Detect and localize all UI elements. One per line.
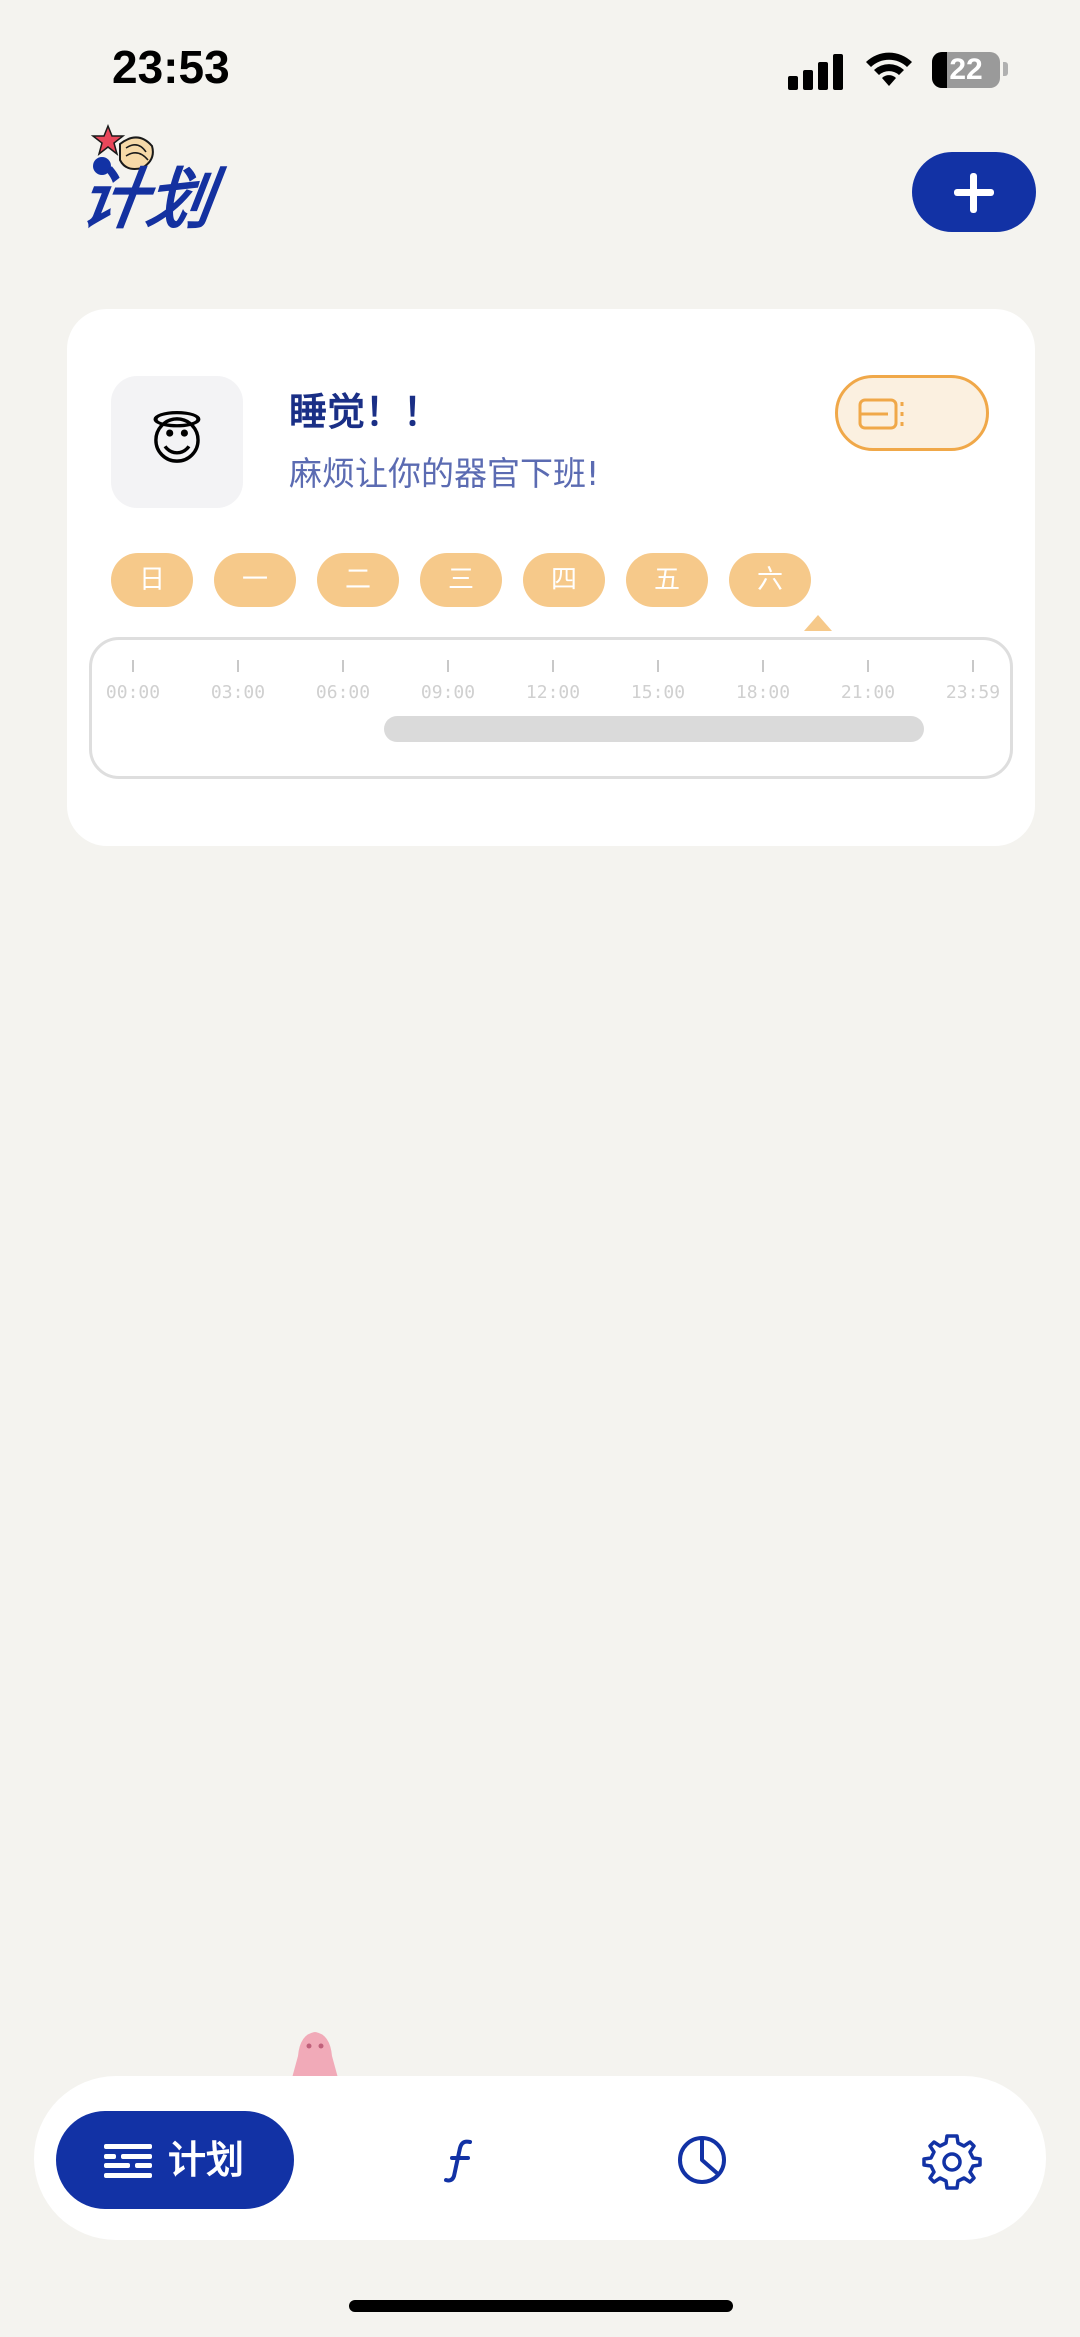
plan-emoji: 😇 [111, 376, 243, 508]
day-mon[interactable]: 一 [214, 553, 296, 607]
toggle-off-icon [858, 398, 904, 430]
day-sun[interactable]: 日 [111, 553, 193, 607]
day-sat[interactable]: 六 [729, 553, 811, 607]
time-label: 15:00 [630, 682, 686, 703]
battery-level: 22 [949, 53, 983, 86]
plan-toggle-button[interactable] [835, 375, 989, 451]
gear-icon[interactable] [920, 2128, 984, 2192]
function-icon[interactable] [430, 2128, 494, 2192]
time-label: 23:59 [945, 682, 1001, 703]
time-label: 21:00 [840, 682, 896, 703]
tick [447, 660, 449, 672]
time-ruler[interactable]: 00:00 03:00 06:00 09:00 12:00 15:00 18:0… [89, 637, 1013, 779]
battery-tip [1003, 62, 1008, 76]
nav-plan-label: 计划 [168, 2138, 245, 2182]
tick [972, 660, 974, 672]
time-label: 18:00 [735, 682, 791, 703]
timeline-scrollbar[interactable] [384, 716, 924, 742]
time-label: 06:00 [315, 682, 371, 703]
day-fri[interactable]: 五 [626, 553, 708, 607]
day-tue[interactable]: 二 [317, 553, 399, 607]
day-thu[interactable]: 四 [523, 553, 605, 607]
status-time: 23:53 [112, 41, 230, 93]
bottom-nav: 计划 [34, 2076, 1046, 2240]
nav-plan-tab[interactable]: 计划 [56, 2111, 294, 2209]
day-wed[interactable]: 三 [420, 553, 502, 607]
wifi-icon [866, 52, 912, 86]
plan-card[interactable]: 😇 睡觉！！ 麻烦让你的器官下班! 日 一 二 三 四 五 六 00:00 03… [67, 309, 1035, 846]
selected-day-marker [804, 615, 832, 631]
plan-list-icon [104, 2144, 152, 2178]
tick [342, 660, 344, 672]
time-label: 12:00 [525, 682, 581, 703]
pie-chart-icon[interactable] [670, 2128, 734, 2192]
page-title: 计划 [75, 161, 219, 238]
battery-icon: 22 [932, 52, 1000, 88]
tick [552, 660, 554, 672]
home-indicator [349, 2300, 733, 2312]
add-plan-button[interactable] [912, 152, 1036, 232]
cellular-signal-icon [788, 54, 844, 90]
tick [867, 660, 869, 672]
time-label: 09:00 [420, 682, 476, 703]
tick [237, 660, 239, 672]
plan-title: 睡觉！！ [289, 390, 442, 434]
tick [132, 660, 134, 672]
time-label: 00:00 [105, 682, 161, 703]
tick [657, 660, 659, 672]
time-label: 03:00 [210, 682, 266, 703]
tick [762, 660, 764, 672]
mascot-icon [292, 2032, 338, 2078]
plan-subtitle: 麻烦让你的器官下班! [289, 454, 600, 493]
